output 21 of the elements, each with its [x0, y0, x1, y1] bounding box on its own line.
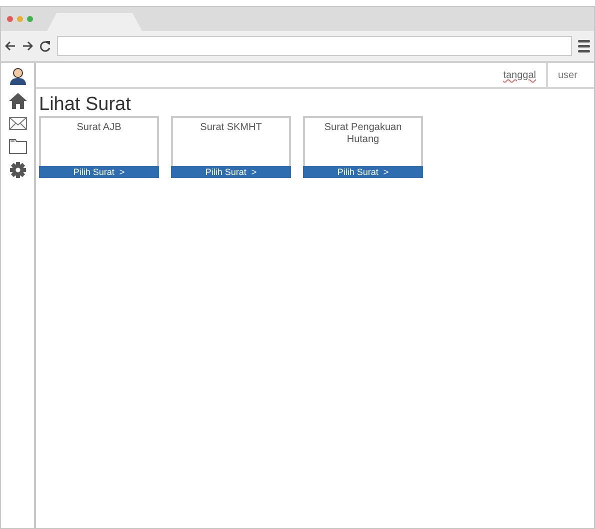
minimize-dot[interactable]: [17, 16, 23, 22]
home-icon[interactable]: [8, 93, 26, 109]
close-dot[interactable]: [7, 16, 13, 22]
maximize-dot[interactable]: [27, 16, 33, 22]
card-title: Surat AJB: [76, 121, 122, 135]
select-button[interactable]: Pilih Surat >: [171, 166, 291, 178]
forward-arrow-icon[interactable]: [22, 41, 33, 51]
menu-icon[interactable]: [578, 39, 590, 53]
page-title: Lihat Surat: [39, 95, 132, 114]
user-label: user: [557, 68, 578, 82]
mail-icon[interactable]: [8, 117, 26, 130]
settings-icon[interactable]: [10, 162, 26, 178]
date-label: tanggal: [493, 63, 548, 87]
user-avatar-icon[interactable]: [8, 67, 26, 85]
reload-icon[interactable]: [39, 40, 51, 52]
back-arrow-icon[interactable]: [5, 41, 16, 51]
card-title: Surat SKMHT: [199, 121, 263, 135]
select-button[interactable]: Pilih Surat >: [303, 166, 423, 178]
select-button[interactable]: Pilih Surat >: [39, 166, 159, 178]
card-title: Surat Pengakuan Hutang: [323, 121, 403, 147]
folder-icon[interactable]: [8, 138, 26, 154]
